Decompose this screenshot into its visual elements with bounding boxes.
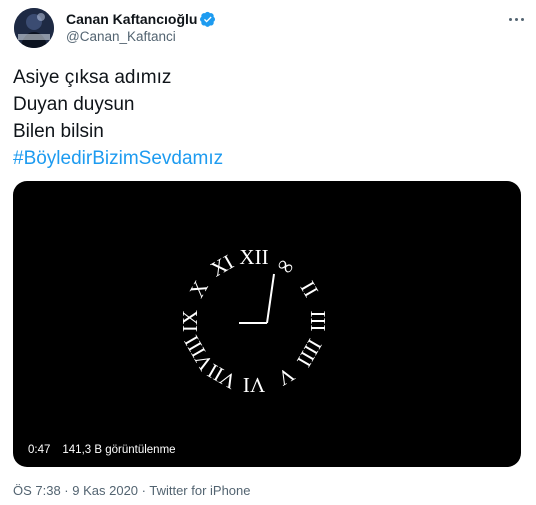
clock-numeral: X: [184, 276, 212, 301]
clock-numeral: II: [296, 277, 324, 301]
video-overlay: 0:47 141,3 B görüntülenme: [28, 444, 176, 456]
clock-face: XII ∞IIIIIIIIIVVIVIIVIIIIXXXI: [178, 245, 330, 397]
clock-numeral: XII: [239, 245, 268, 269]
clock-numeral: XI: [206, 250, 237, 282]
author-name-row[interactable]: Canan Kaftancıoğlu: [66, 10, 216, 28]
hashtag-link[interactable]: #BöyledirBizimSevdamız: [13, 145, 223, 172]
clock-numeral: ∞: [273, 251, 299, 280]
clock-numeral: III: [306, 311, 330, 332]
clock-numeral: VI: [243, 373, 265, 397]
tweet-line-3: Bilen bilsin: [13, 121, 104, 142]
view-count: 141,3 B görüntülenme: [62, 444, 176, 456]
tweet-text: Asiye çıksa adımız Duyan duysun Bilen bi…: [13, 64, 223, 172]
tweet-line-2: Duyan duysun: [13, 94, 135, 115]
tweet-line-1: Asiye çıksa adımız: [13, 67, 172, 88]
clock-minute-hand: [266, 273, 275, 324]
clock-numeral: IIII: [292, 335, 327, 371]
clock-numeral: V: [273, 362, 298, 390]
tweet-meta[interactable]: ÖS 7:38 · 9 Kas 2020 · Twitter for iPhon…: [13, 483, 251, 498]
display-name[interactable]: Canan Kaftancıoğlu: [66, 11, 197, 27]
more-options-icon[interactable]: [503, 12, 529, 26]
author-handle[interactable]: @Canan_Kaftanci: [66, 29, 176, 44]
verified-badge-icon: [200, 11, 216, 27]
clock-numeral: IX: [178, 310, 202, 332]
avatar[interactable]: [14, 8, 54, 48]
video-duration: 0:47: [28, 444, 51, 456]
video-player[interactable]: XII ∞ II III IIII V VI VII VIII IX X XI 0:47 141,3 …: [13, 181, 521, 467]
tweet-card: Canan Kaftancıoğlu @Canan_Kaftanci Asiye…: [0, 0, 536, 505]
